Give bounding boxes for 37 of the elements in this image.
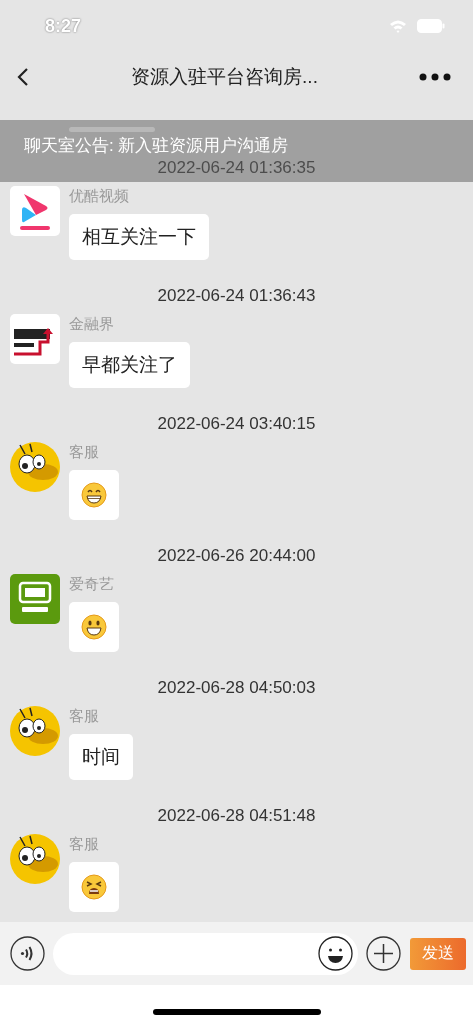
cartoon-bug-avatar[interactable]: [10, 834, 60, 884]
more-button[interactable]: [419, 73, 451, 81]
sender-name: 金融界: [69, 314, 114, 334]
cartoon-bug-avatar[interactable]: [10, 706, 60, 756]
screen-logo-avatar[interactable]: [10, 574, 60, 624]
timestamp: 2022-06-24 01:36:35: [157, 157, 316, 179]
sender-name: 客服: [69, 834, 99, 854]
plus-button[interactable]: [366, 936, 401, 971]
smiling-face-icon: [81, 614, 107, 640]
timestamp: 2022-06-24 01:36:43: [157, 285, 316, 307]
sender-name: 爱奇艺: [69, 574, 114, 594]
announcement-text: 聊天室公告: 新入驻资源用户沟通房: [24, 136, 289, 155]
timestamp: 2022-06-24 03:40:15: [157, 413, 316, 435]
chat-title: 资源入驻平台咨询房...: [130, 65, 319, 89]
wifi-icon: [389, 19, 407, 33]
back-button[interactable]: [16, 67, 30, 87]
tired-face-icon: [81, 874, 107, 900]
battery-icon: [417, 19, 445, 33]
arrow-logo-avatar[interactable]: [10, 314, 60, 364]
voice-button[interactable]: [10, 936, 45, 971]
status-time: 8:27: [45, 15, 83, 37]
timestamp: 2022-06-26 20:44:00: [157, 545, 316, 567]
send-button[interactable]: 发送: [410, 937, 466, 970]
message-bubble: 相互关注一下: [69, 214, 209, 260]
drag-handle[interactable]: [69, 127, 155, 132]
cartoon-bug-avatar[interactable]: [10, 442, 60, 492]
emoji-button[interactable]: [318, 936, 353, 971]
sender-name: 客服: [69, 442, 99, 462]
sender-name: 优酷视频: [69, 186, 129, 206]
timestamp: 2022-06-28 04:50:03: [157, 677, 316, 699]
message-bubble: 早都关注了: [69, 342, 190, 388]
message-bubble: 时间: [69, 734, 133, 780]
sender-name: 客服: [69, 706, 99, 726]
grinning-face-icon: [81, 482, 107, 508]
message-input[interactable]: [53, 932, 358, 975]
play-logo-avatar[interactable]: [10, 186, 60, 236]
timestamp: 2022-06-28 04:51:48: [157, 805, 316, 827]
